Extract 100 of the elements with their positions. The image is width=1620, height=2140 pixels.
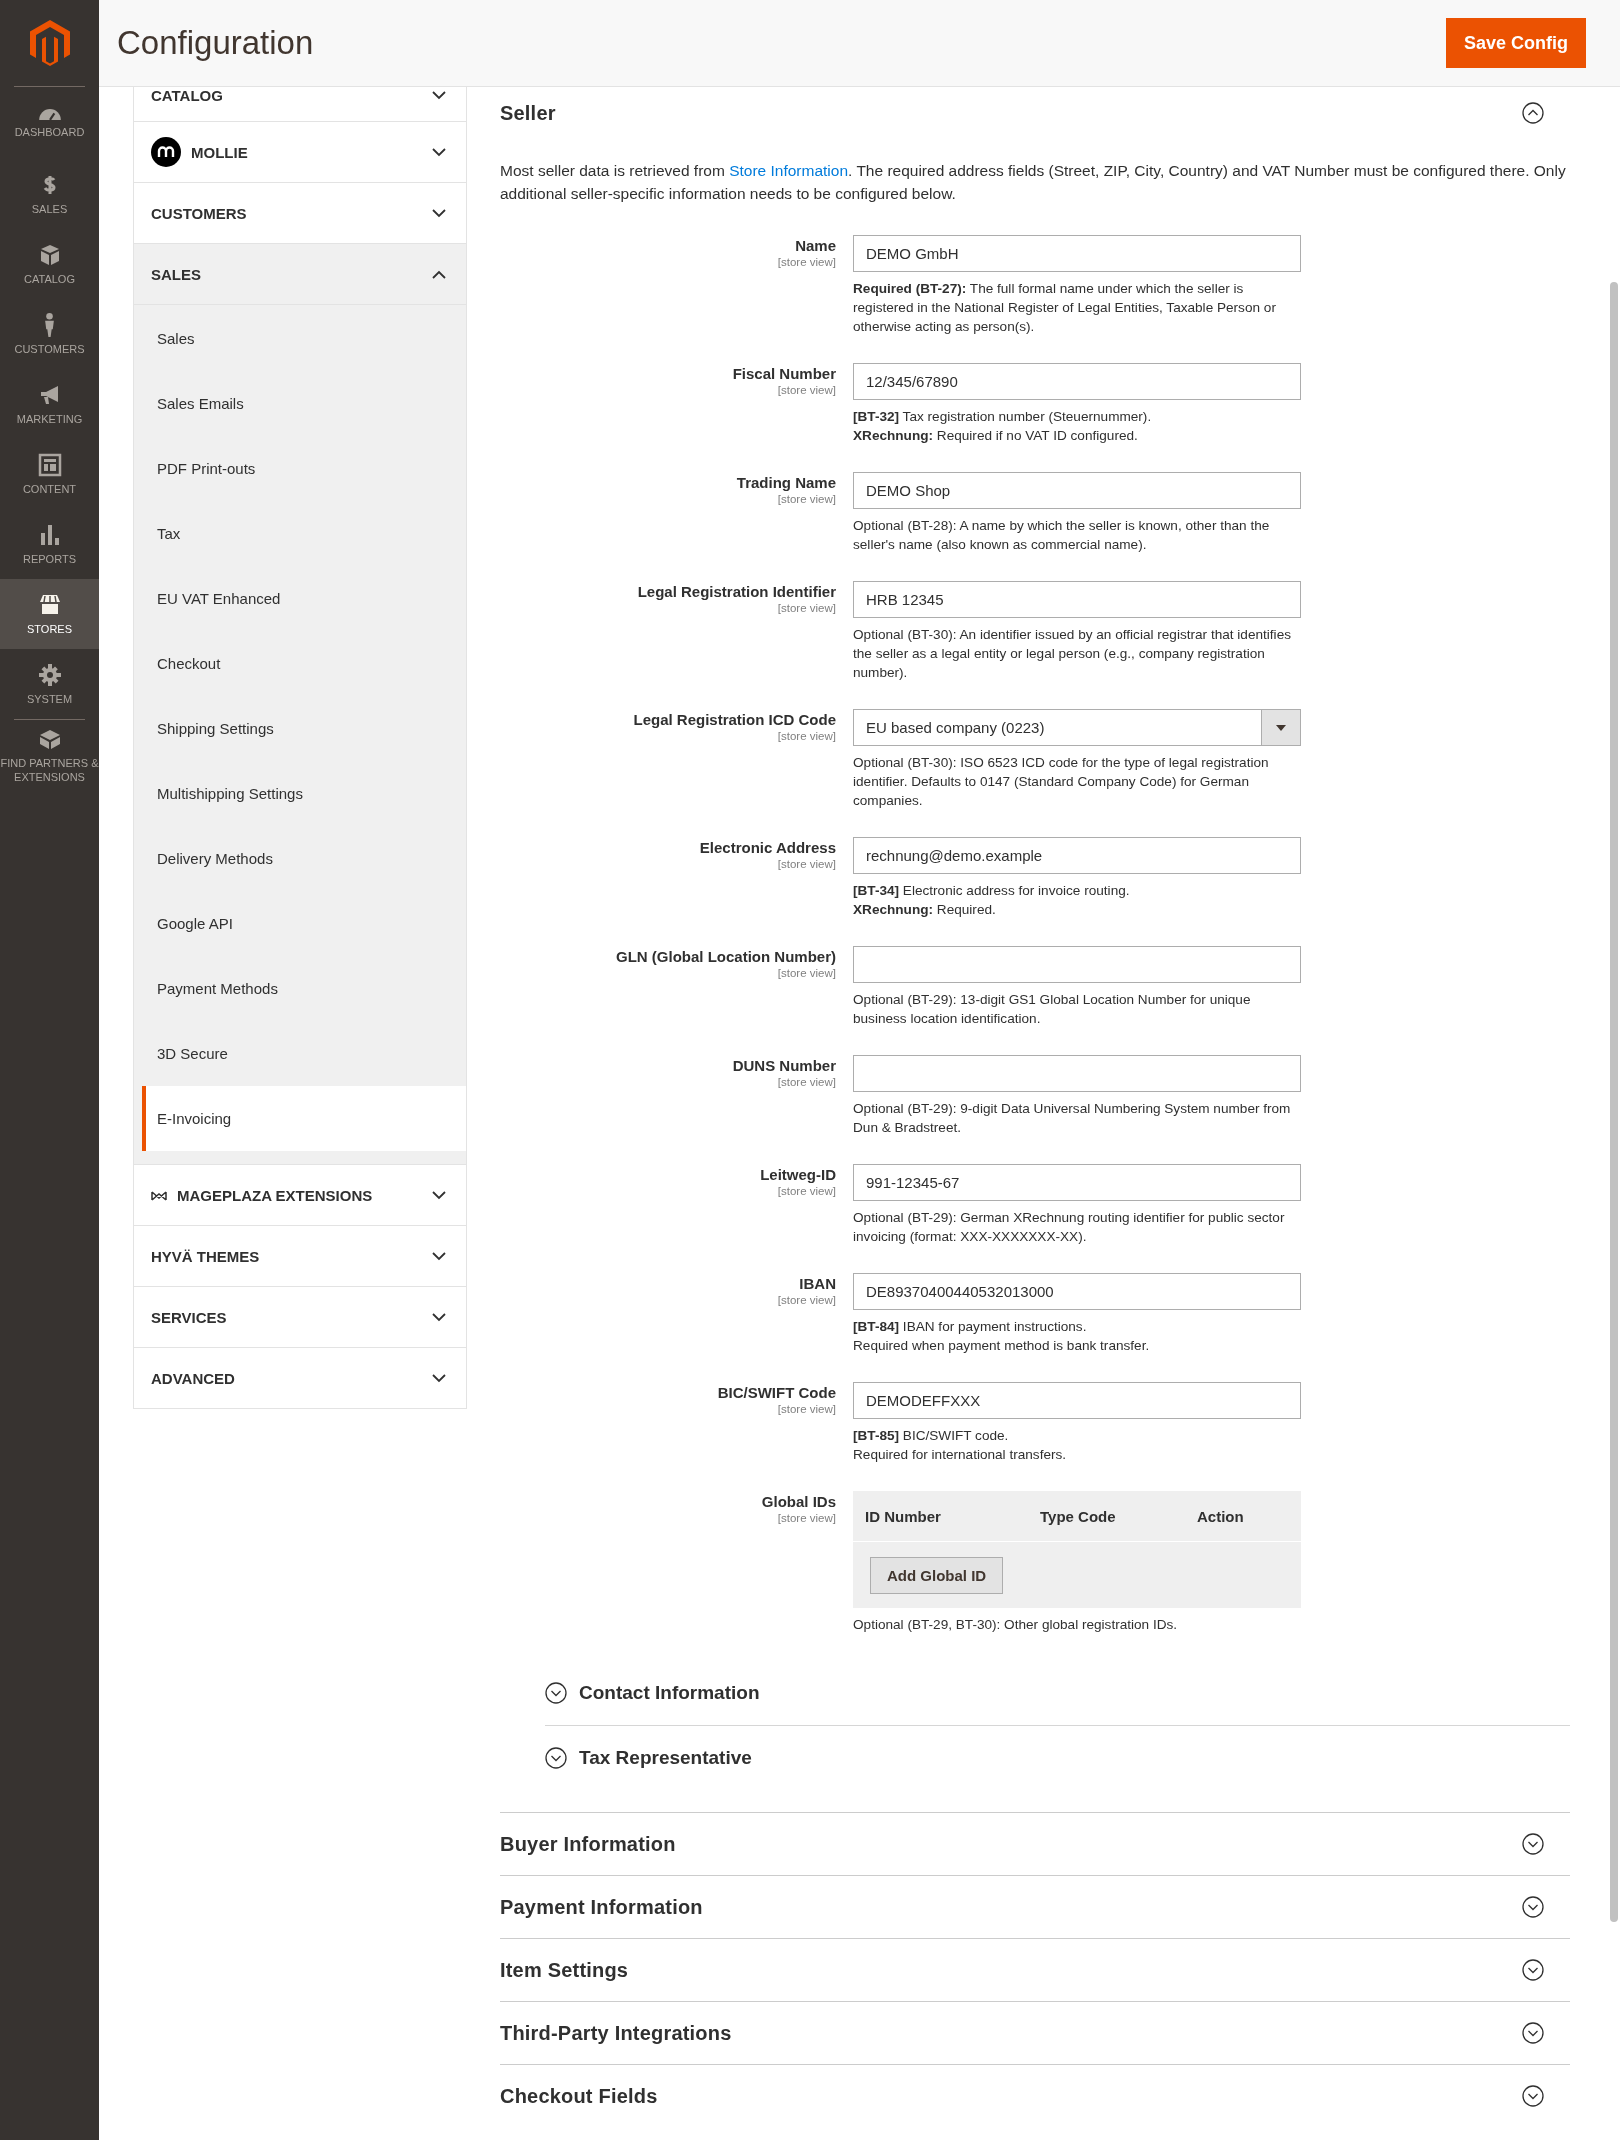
scrollbar-thumb[interactable] [1610, 282, 1618, 1922]
expand-circle-icon[interactable] [1522, 1896, 1544, 1918]
section-header[interactable]: Seller [500, 87, 1570, 139]
menu-item[interactable]: CATALOG [0, 229, 99, 299]
expand-circle-icon[interactable] [1522, 2085, 1544, 2107]
text-field[interactable]: DEMO GmbH [853, 235, 1301, 272]
scope-label: [store view] [777, 1185, 836, 1197]
text-field[interactable]: rechnung@demo.example [853, 837, 1301, 874]
section-link[interactable]: Sales Emails [134, 371, 466, 436]
dropdown-arrow-icon [1276, 724, 1286, 731]
scope-label: [store view] [777, 1294, 836, 1306]
section-link[interactable]: 3D Secure [134, 1021, 466, 1086]
field-note: XRechnung: Required. [853, 901, 997, 919]
field-note: XRechnung: Required if no VAT ID configured. [853, 427, 1139, 445]
scope-label: [store view] [777, 1403, 836, 1415]
config-tab[interactable]: MOLLIE [133, 122, 467, 183]
menu-item[interactable]: SYSTEM [0, 649, 99, 719]
tab-label: SERVICES [151, 1308, 227, 1326]
tab-label: ADVANCED [151, 1369, 235, 1387]
field-label: Legal Registration ICD Code [633, 711, 836, 728]
text-field[interactable]: DEMO Shop [853, 472, 1301, 509]
column-header: ID Number [865, 1507, 942, 1525]
menu-item[interactable]: DASHBOARD [0, 89, 99, 159]
subsection-header[interactable]: Tax Representative [545, 1725, 1570, 1790]
expand-circle-icon[interactable] [1522, 1959, 1544, 1981]
section-header[interactable]: Item Settings [500, 1938, 1570, 2001]
section-link[interactable]: Checkout [134, 631, 466, 696]
menu-item[interactable]: CONTENT [0, 439, 99, 509]
hexagon-logo-icon[interactable] [29, 20, 70, 66]
menu-item[interactable]: STORES [0, 579, 99, 649]
menu-item[interactable]: FIND PARTNERS & EXTENSIONS [0, 720, 99, 790]
section-title: Seller [500, 101, 556, 125]
field-note: [BT-84] IBAN for payment instructions. [853, 1318, 1088, 1336]
section-link[interactable]: Google API [134, 891, 466, 956]
section-header[interactable]: Checkout Fields [500, 2064, 1570, 2127]
tab-label: HYVÄ THEMES [151, 1247, 260, 1265]
section-link[interactable]: Tax [134, 501, 466, 566]
layout-icon [37, 452, 62, 477]
text-field[interactable] [853, 1055, 1301, 1092]
config-tab[interactable]: HYVÄ THEMES [133, 1226, 467, 1287]
field-note: Required when payment method is bank transfer. [853, 1337, 1151, 1355]
config-tab[interactable]: CUSTOMERS [133, 183, 467, 244]
gauge-icon [36, 109, 63, 120]
field-label: Global IDs [761, 1493, 836, 1510]
section-link[interactable]: E-Invoicing [142, 1086, 466, 1151]
save-config-button[interactable]: Save Config [1445, 18, 1586, 68]
scope-label: [store view] [777, 858, 836, 870]
gear-icon [37, 662, 62, 687]
menu-item[interactable]: CUSTOMERS [0, 299, 99, 369]
menu-item[interactable]: REPORTS [0, 509, 99, 579]
scope-label: [store view] [777, 384, 836, 396]
tab-label: MAGEPLAZA EXTENSIONS [177, 1186, 373, 1204]
text-field[interactable]: DE89370400440532013000 [853, 1273, 1301, 1310]
config-tab[interactable]: SALES [133, 244, 467, 305]
storefront-icon [37, 592, 62, 617]
field-label: GLN (Global Location Number) [616, 948, 836, 965]
field-note: [BT-85] BIC/SWIFT code. [853, 1427, 1010, 1445]
select-field[interactable]: EU based company (0223) [853, 709, 1301, 746]
subsection-title: Contact Information [579, 1682, 760, 1704]
collapse-circle-icon[interactable] [1522, 102, 1544, 124]
expand-circle-icon[interactable] [1522, 2022, 1544, 2044]
tab-label: CATALOG [151, 87, 223, 104]
section-link[interactable]: Multishipping Settings [134, 761, 466, 826]
text-field[interactable]: DEMODEFFXXX [853, 1382, 1301, 1419]
chevron-up-icon [432, 269, 446, 279]
expand-circle-icon[interactable] [1522, 1833, 1544, 1855]
config-tab[interactable]: CATALOG [133, 87, 467, 122]
scope-label: [store view] [777, 256, 836, 268]
section-header[interactable]: Buyer Information [500, 1812, 1570, 1875]
text-field[interactable] [853, 946, 1301, 983]
config-tab[interactable]: MAGEPLAZA EXTENSIONS [133, 1165, 467, 1226]
section-link[interactable]: Payment Methods [134, 956, 466, 1021]
menu-item[interactable]: MARKETING [0, 369, 99, 439]
page-title: Configuration [117, 24, 314, 62]
section-link[interactable]: EU VAT Enhanced [134, 566, 466, 631]
expand-circle-icon[interactable] [545, 1682, 567, 1704]
section-link[interactable]: Sales [134, 306, 466, 371]
text-field[interactable]: 991-12345-67 [853, 1164, 1301, 1201]
scope-label: [store view] [777, 967, 836, 979]
field-note: Optional (BT-29): 9-digit Data Universal Numbering System number from Dun & Bradstreet. [853, 1100, 1292, 1137]
text-field[interactable]: HRB 12345 [853, 581, 1301, 618]
section-header[interactable]: Payment Information [500, 1875, 1570, 1938]
store-information-link[interactable]: Store Information [729, 162, 849, 179]
field-label: DUNS Number [732, 1057, 836, 1074]
section-link[interactable]: PDF Print-outs [134, 436, 466, 501]
field-label: Legal Registration Identifier [637, 583, 836, 600]
expand-circle-icon[interactable] [545, 1747, 567, 1769]
section-header[interactable]: Third-Party Integrations [500, 2001, 1570, 2064]
tab-label: MOLLIE [191, 143, 248, 161]
section-title: Buyer Information [500, 1832, 676, 1856]
text-field[interactable]: 12/345/67890 [853, 363, 1301, 400]
menu-item[interactable]: SALES [0, 159, 99, 229]
section-link[interactable]: Shipping Settings [134, 696, 466, 761]
section-link[interactable]: Delivery Methods [134, 826, 466, 891]
add-global-id-button[interactable]: Add Global ID [870, 1556, 1004, 1594]
config-tab[interactable]: ADVANCED [133, 1348, 467, 1409]
config-tab[interactable]: SERVICES [133, 1287, 467, 1348]
subsection-header[interactable]: Contact Information [545, 1661, 1570, 1725]
column-header: Type Code [1040, 1507, 1117, 1525]
scope-label: [store view] [777, 602, 836, 614]
